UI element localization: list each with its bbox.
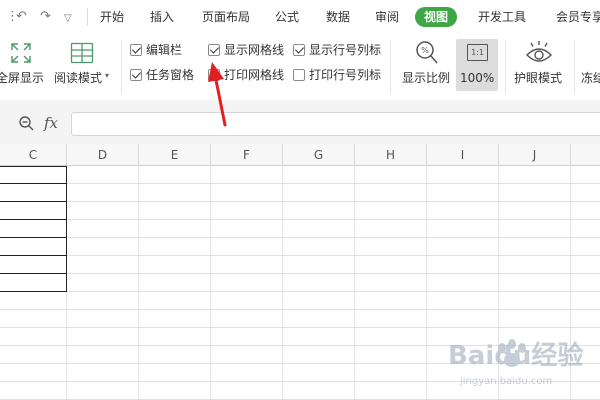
annotation-arrow (208, 62, 227, 127)
